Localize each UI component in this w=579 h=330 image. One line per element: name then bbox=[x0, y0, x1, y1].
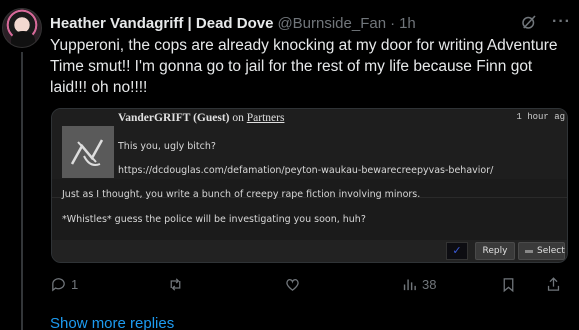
card-line-4: *Whistles* guess the police will be inve… bbox=[62, 214, 366, 225]
card-select-button[interactable]: Select bbox=[518, 242, 565, 260]
share-action[interactable] bbox=[545, 276, 562, 293]
check-button[interactable]: ✓ bbox=[446, 242, 468, 260]
guest-avatar-icon bbox=[70, 139, 104, 166]
tweet-actions: 1 38 bbox=[50, 276, 570, 294]
card-line-3: Just as I thought, you write a bunch of … bbox=[62, 189, 421, 200]
views-count: 38 bbox=[422, 277, 437, 292]
header-icons: ··· bbox=[520, 13, 571, 31]
reply-icon bbox=[52, 278, 65, 292]
reply-count: 1 bbox=[71, 277, 79, 292]
card-time: 1 hour ag bbox=[516, 112, 565, 122]
avatar[interactable] bbox=[2, 8, 42, 48]
tweet-header: Heather Vandagriff | Dead Dove @Burnside… bbox=[50, 13, 571, 33]
bookmark-icon bbox=[503, 278, 514, 293]
card-line-1: This you, ugly bitch? bbox=[118, 141, 216, 152]
card-on-text: on bbox=[232, 112, 244, 124]
reply-action[interactable]: 1 bbox=[50, 276, 78, 293]
retweet-icon bbox=[170, 278, 181, 291]
tweet-time[interactable]: 1h bbox=[399, 15, 416, 32]
card-author-name[interactable]: VanderGRIFT (Guest) bbox=[118, 112, 230, 124]
share-icon bbox=[547, 277, 560, 291]
guest-avatar bbox=[62, 126, 114, 178]
bookmark-action[interactable] bbox=[500, 276, 517, 293]
heart-icon bbox=[286, 279, 299, 291]
card-author-line: VanderGRIFT (Guest) on Partners bbox=[118, 112, 284, 124]
more-options-icon[interactable]: ··· bbox=[552, 13, 571, 31]
views-icon bbox=[403, 279, 416, 291]
separator-dot: · bbox=[390, 14, 396, 32]
show-more-replies-link[interactable]: Show more replies bbox=[50, 315, 174, 330]
author-name[interactable]: Heather Vandagriff | Dead Dove bbox=[50, 15, 273, 32]
author-handle[interactable]: @Burnside_Fan bbox=[277, 15, 386, 32]
card-board-link[interactable]: Partners bbox=[247, 112, 285, 124]
retweet-action[interactable] bbox=[167, 276, 188, 293]
card-reply-button[interactable]: Reply bbox=[475, 242, 515, 260]
tweet-text: Yupperoni, the cops are already knocking… bbox=[50, 37, 558, 96]
views-action[interactable]: 38 bbox=[401, 276, 436, 293]
card-line-2-url[interactable]: https://dcdouglas.com/defamation/peyton-… bbox=[118, 165, 493, 176]
quoted-screenshot-card[interactable]: VanderGRIFT (Guest) on Partners 1 hour a… bbox=[51, 108, 568, 263]
like-action[interactable] bbox=[284, 276, 305, 293]
grok-icon[interactable] bbox=[520, 13, 538, 31]
thread-line bbox=[21, 52, 23, 330]
